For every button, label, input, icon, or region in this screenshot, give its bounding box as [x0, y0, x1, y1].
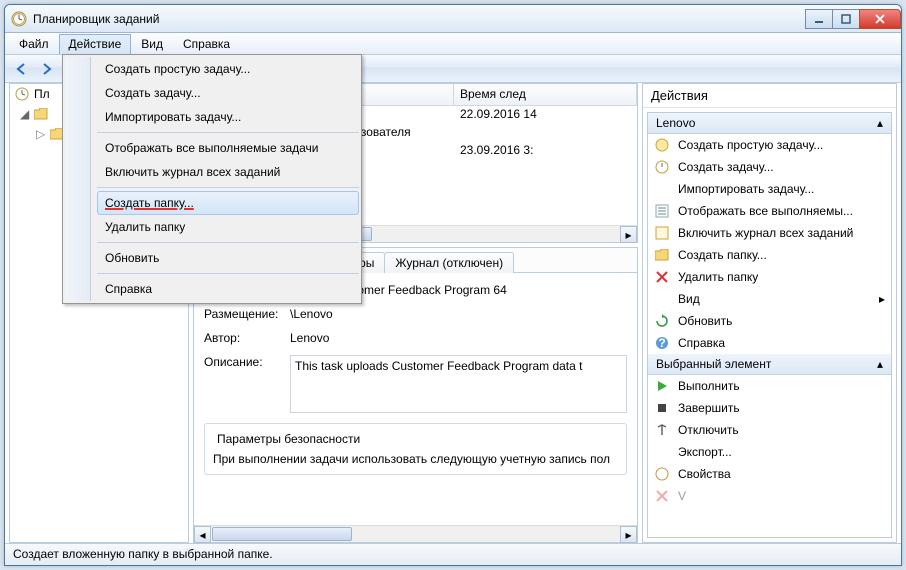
dd-separator: [97, 132, 359, 133]
label-description: Описание:: [204, 355, 290, 369]
action-view[interactable]: Вид▸: [648, 288, 891, 310]
action-show-running[interactable]: Отображать все выполняемы...: [648, 200, 891, 222]
stop-icon: [654, 400, 670, 416]
dd-create-basic-task[interactable]: Создать простую задачу...: [97, 57, 359, 81]
action-export[interactable]: Экспорт...: [648, 441, 891, 463]
folder-icon: [33, 106, 49, 122]
action-delete-folder[interactable]: Удалить папку: [648, 266, 891, 288]
general-form: Имя: Lenovo Customer Feedback Program 64…: [194, 273, 637, 525]
scroll-left-arrow[interactable]: ◂: [194, 526, 211, 543]
value-location: \Lenovo: [290, 307, 627, 321]
action-create-task[interactable]: Создать задачу...: [648, 156, 891, 178]
window-title: Планировщик заданий: [33, 12, 806, 26]
list-icon: [654, 203, 670, 219]
action-disable[interactable]: Отключить: [648, 419, 891, 441]
help-icon: ?: [654, 335, 670, 351]
tab-history[interactable]: Журнал (отключен): [384, 252, 514, 273]
action-properties[interactable]: Свойства: [648, 463, 891, 485]
value-author: Lenovo: [290, 331, 627, 345]
play-icon: [654, 378, 670, 394]
dd-enable-log[interactable]: Включить журнал всех заданий: [97, 160, 359, 184]
dd-create-task[interactable]: Создать задачу...: [97, 81, 359, 105]
collapse-icon: ▴: [877, 357, 883, 371]
delete-icon: [654, 488, 670, 504]
action-end[interactable]: Завершить: [648, 397, 891, 419]
value-description[interactable]: This task uploads Customer Feedback Prog…: [290, 355, 627, 413]
refresh-icon: [654, 313, 670, 329]
nav-back-button[interactable]: [9, 58, 33, 80]
security-fieldset: Параметры безопасности При выполнении за…: [204, 423, 627, 475]
menu-file[interactable]: Файл: [9, 34, 59, 54]
action-enable-log[interactable]: Включить журнал всех заданий: [648, 222, 891, 244]
app-icon: [11, 11, 27, 27]
dd-create-folder[interactable]: Создать папку...: [97, 191, 359, 215]
close-button[interactable]: [859, 9, 901, 29]
detail-hscrollbar[interactable]: ◂ ▸: [194, 525, 637, 542]
security-title: Параметры безопасности: [213, 432, 364, 446]
minimize-button[interactable]: [805, 9, 833, 29]
dd-separator: [97, 273, 359, 274]
label-author: Автор:: [204, 331, 290, 345]
blank-icon: [654, 291, 670, 307]
menu-view[interactable]: Вид: [131, 34, 173, 54]
dd-import-task[interactable]: Импортировать задачу...: [97, 105, 359, 129]
dd-separator: [97, 187, 359, 188]
import-icon: [654, 181, 670, 197]
title-bar[interactable]: Планировщик заданий: [5, 5, 901, 33]
action-refresh[interactable]: Обновить: [648, 310, 891, 332]
label-location: Размещение:: [204, 307, 290, 321]
actions-group-lenovo[interactable]: Lenovo ▴: [648, 113, 891, 134]
collapse-icon: ▴: [877, 116, 883, 130]
status-bar: Создает вложенную папку в выбранной папк…: [5, 543, 901, 565]
actions-pane: Действия Lenovo ▴ Создать простую задачу…: [642, 83, 897, 543]
menu-action[interactable]: Действие: [59, 34, 132, 54]
delete-icon: [654, 269, 670, 285]
action-create-folder[interactable]: Создать папку...: [648, 244, 891, 266]
scroll-thumb[interactable]: [212, 527, 352, 541]
action-run[interactable]: Выполнить: [648, 375, 891, 397]
clock-icon: [14, 86, 30, 102]
scroll-right-arrow[interactable]: ▸: [620, 526, 637, 543]
submenu-arrow-icon: ▸: [879, 292, 885, 306]
tree-root-label: Пл: [34, 87, 50, 101]
props-icon: [654, 466, 670, 482]
disable-icon: [654, 422, 670, 438]
wizard-icon: [654, 137, 670, 153]
blank-icon: [654, 444, 670, 460]
actions-title: Действия: [643, 84, 896, 108]
dd-help[interactable]: Справка: [97, 277, 359, 301]
nav-forward-button[interactable]: [35, 58, 59, 80]
action-create-basic[interactable]: Создать простую задачу...: [648, 134, 891, 156]
task-icon: [654, 159, 670, 175]
action-help[interactable]: ?Справка: [648, 332, 891, 354]
folder-icon: [654, 247, 670, 263]
action-import[interactable]: Импортировать задачу...: [648, 178, 891, 200]
col-nextrun[interactable]: Время след: [454, 84, 637, 105]
security-text: При выполнении задачи использовать следу…: [213, 452, 618, 466]
menu-bar: Файл Действие Вид Справка: [5, 33, 901, 55]
scroll-right-arrow[interactable]: ▸: [620, 226, 637, 243]
action-dropdown-menu: Создать простую задачу... Создать задачу…: [62, 54, 362, 304]
maximize-button[interactable]: [832, 9, 860, 29]
dd-refresh[interactable]: Обновить: [97, 246, 359, 270]
menu-help[interactable]: Справка: [173, 34, 240, 54]
app-window: Планировщик заданий Файл Действие Вид Сп…: [4, 4, 902, 566]
dd-delete-folder[interactable]: Удалить папку: [97, 215, 359, 239]
action-delete-trunc[interactable]: V: [648, 485, 891, 507]
dd-show-running[interactable]: Отображать все выполняемые задачи: [97, 136, 359, 160]
log-icon: [654, 225, 670, 241]
actions-group-selected[interactable]: Выбранный элемент ▴: [648, 354, 891, 375]
dd-separator: [97, 242, 359, 243]
svg-text:?: ?: [658, 336, 665, 350]
